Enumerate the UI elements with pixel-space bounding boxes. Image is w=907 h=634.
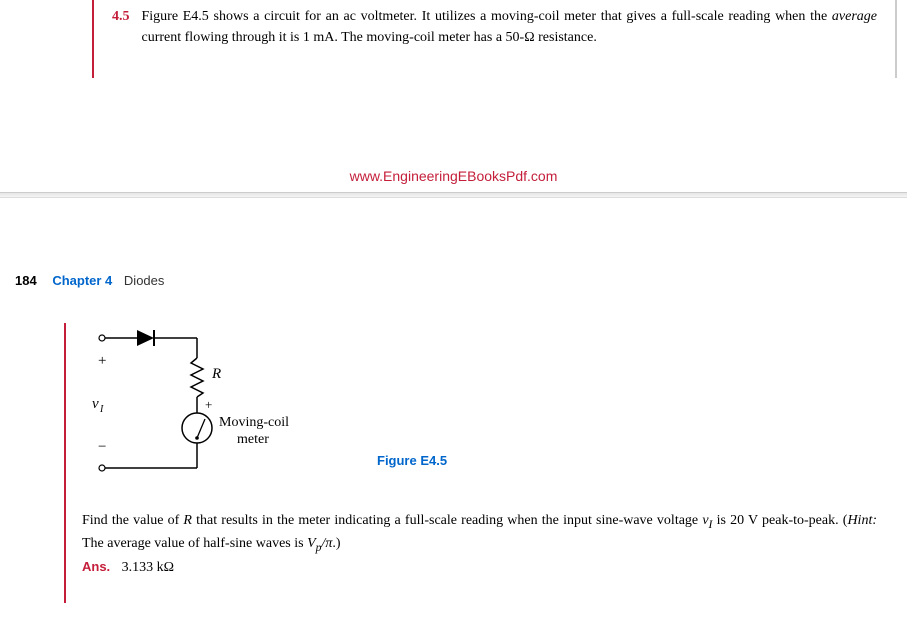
meter-label-1: Moving-coil [219, 415, 289, 430]
page-header: 184 Chapter 4 Diodes [15, 273, 907, 288]
exercise-text-2: current flowing through it is 1 mA. The … [142, 30, 597, 45]
answer-label: Ans. [82, 559, 110, 574]
q-text-3: is 20 V peak-to-peak. ( [712, 513, 847, 528]
exercise-header: 4.5 Figure E4.5 shows a circuit for an a… [112, 6, 877, 48]
divider-gray-right [895, 0, 897, 78]
input-minus: − [98, 439, 106, 455]
question-block: Find the value of R that results in the … [82, 510, 877, 578]
q-hint-text: The average value of half-sine waves is [82, 536, 307, 551]
q-r: R [183, 513, 192, 528]
chapter-title: Diodes [124, 273, 164, 288]
exercise-text-italic: average [832, 9, 877, 24]
figure-caption: Figure E4.5 [377, 453, 447, 468]
q-vp: V [307, 536, 316, 551]
resistor-label: R [211, 366, 221, 382]
meter-plus: + [205, 397, 212, 412]
content-area: R + Moving-coil meter + v I − Figure E4.… [0, 323, 907, 578]
input-v: v [92, 396, 99, 412]
exercise-text: Figure E4.5 shows a circuit for an ac vo… [142, 6, 878, 48]
divider-red-top [92, 0, 94, 78]
meter-label-2: meter [237, 432, 269, 447]
diode-icon [137, 330, 154, 346]
input-plus: + [98, 353, 106, 369]
circuit-row: R + Moving-coil meter + v I − Figure E4.… [82, 323, 907, 478]
chapter-label: Chapter 4 [52, 273, 112, 288]
terminal-bottom [99, 465, 105, 471]
page-number: 184 [15, 273, 37, 288]
page-top-section: 4.5 Figure E4.5 shows a circuit for an a… [0, 0, 907, 48]
q-hint-label: Hint: [847, 513, 877, 528]
q-end: .) [332, 536, 340, 551]
exercise-text-1: Figure E4.5 shows a circuit for an ac vo… [142, 9, 832, 24]
q-text-1: Find the value of [82, 513, 183, 528]
answer-value: 3.133 kΩ [122, 560, 174, 575]
exercise-number: 4.5 [112, 6, 130, 27]
q-text-2: that results in the meter indicating a f… [192, 513, 702, 528]
divider-red-left [64, 323, 66, 603]
page-divider [0, 192, 907, 198]
watermark-text: www.EngineeringEBooksPdf.com [0, 168, 907, 184]
terminal-top [99, 335, 105, 341]
input-v-sub: I [99, 404, 104, 415]
q-pi: /π [321, 536, 332, 551]
resistor-icon [191, 358, 203, 397]
circuit-diagram: R + Moving-coil meter + v I − [82, 323, 322, 478]
